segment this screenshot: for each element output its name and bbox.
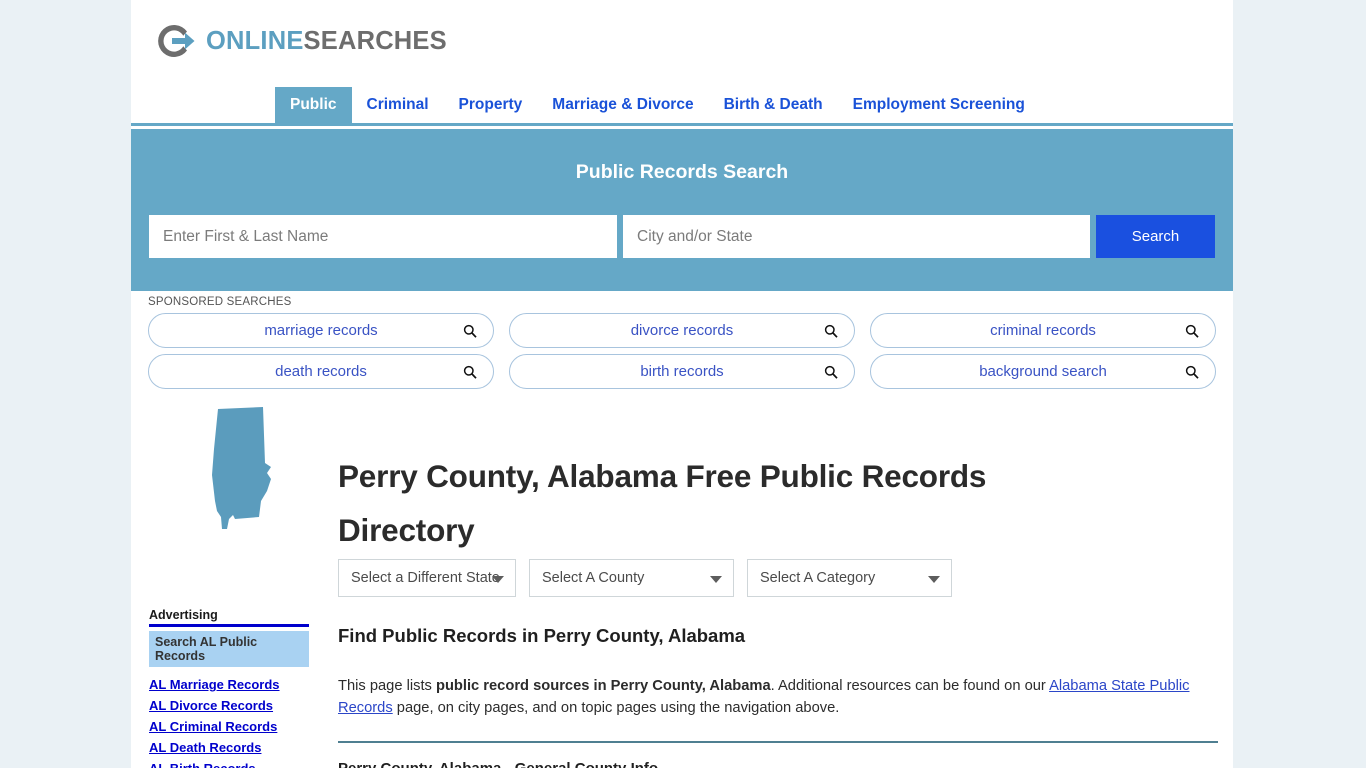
sponsored-pill-label: background search	[979, 363, 1107, 380]
alabama-state-map-icon	[201, 405, 289, 535]
intro-bold: public record sources in Perry County, A…	[435, 678, 771, 694]
sponsored-pill-birth-records[interactable]: birth records	[509, 354, 855, 389]
search-icon	[824, 365, 838, 379]
sponsored-pill-label: divorce records	[630, 322, 734, 339]
search-al-public-records-promo[interactable]: Search AL Public Records	[149, 631, 309, 667]
location-search-input[interactable]	[623, 215, 1090, 258]
search-icon	[824, 324, 838, 338]
sponsored-pill-label: marriage records	[264, 322, 378, 339]
county-select[interactable]: Select A County	[529, 559, 734, 597]
county-select-label: Select A County	[542, 570, 645, 586]
logo-word-searches: SEARCHES	[303, 26, 447, 55]
sidebar-link-al-death-records[interactable]: AL Death Records	[149, 740, 309, 755]
search-icon	[463, 324, 477, 338]
sponsored-pill-divorce-records[interactable]: divorce records	[509, 313, 855, 348]
sidebar-link-al-divorce-records[interactable]: AL Divorce Records	[149, 698, 309, 713]
intro-text-3: page, on city pages, and on topic pages …	[392, 700, 840, 716]
sponsored-row-2: death records birth records background s…	[148, 354, 1216, 389]
content-container: ONLINESEARCHES Public Criminal Property …	[131, 0, 1233, 768]
chevron-down-icon	[928, 576, 940, 583]
nav-tab-marriage-divorce[interactable]: Marriage & Divorce	[537, 87, 708, 123]
sponsored-pill-death-records[interactable]: death records	[148, 354, 494, 389]
sponsored-row-1: marriage records divorce records crimina…	[148, 313, 1216, 348]
site-logo[interactable]: ONLINESEARCHES	[153, 18, 447, 64]
page-title: Perry County, Alabama Free Public Record…	[338, 458, 987, 549]
intro-text-2: . Additional resources can be found on o…	[770, 678, 1050, 694]
sponsored-pill-marriage-records[interactable]: marriage records	[148, 313, 494, 348]
main-content: Find Public Records in Perry County, Ala…	[338, 625, 1218, 719]
sponsored-pill-label: criminal records	[990, 322, 1096, 339]
search-icon	[1185, 324, 1199, 338]
advertising-sidebar: Advertising Search AL Public Records AL …	[149, 608, 309, 768]
search-submit-button[interactable]: Search	[1096, 215, 1215, 258]
filter-dropdowns: Select a Different State Select A County…	[338, 559, 952, 597]
nav-tab-birth-death[interactable]: Birth & Death	[709, 87, 838, 123]
search-icon	[463, 365, 477, 379]
search-form: Search	[149, 215, 1215, 258]
state-select-label: Select a Different State	[351, 570, 500, 586]
sidebar-link-al-criminal-records[interactable]: AL Criminal Records	[149, 719, 309, 734]
sponsored-pill-criminal-records[interactable]: criminal records	[870, 313, 1216, 348]
chevron-down-icon	[492, 576, 504, 583]
intro-text-1: This page lists	[338, 678, 436, 694]
logo-word-online: ONLINE	[206, 26, 304, 55]
name-search-input[interactable]	[149, 215, 617, 258]
records-table: Perry County, Alabama - General County I…	[338, 741, 1218, 768]
banner-title: Public Records Search	[575, 161, 789, 183]
category-select-label: Select A Category	[760, 570, 876, 586]
sidebar-link-al-birth-records[interactable]: AL Birth Records	[149, 761, 309, 768]
nav-tab-property[interactable]: Property	[444, 87, 538, 123]
sponsored-label: SPONSORED SEARCHES	[148, 296, 292, 308]
nav-tab-criminal[interactable]: Criminal	[352, 87, 444, 123]
page-root: ONLINESEARCHES Public Criminal Property …	[0, 0, 1366, 768]
sidebar-link-al-marriage-records[interactable]: AL Marriage Records	[149, 677, 309, 692]
sponsored-pill-background-search[interactable]: background search	[870, 354, 1216, 389]
circle-arrow-icon	[153, 19, 197, 63]
main-navigation: Public Criminal Property Marriage & Divo…	[131, 87, 1233, 126]
logo-text: ONLINESEARCHES	[206, 27, 447, 56]
category-select[interactable]: Select A Category	[747, 559, 952, 597]
state-select[interactable]: Select a Different State	[338, 559, 516, 597]
sponsored-pill-label: birth records	[640, 363, 724, 380]
table-row[interactable]: Perry County, Alabama - General County I…	[338, 743, 1218, 768]
nav-tab-employment-screening[interactable]: Employment Screening	[838, 87, 1040, 123]
sponsored-searches: SPONSORED SEARCHES marriage records divo…	[148, 296, 1216, 395]
chevron-down-icon	[710, 576, 722, 583]
section-heading: Find Public Records in Perry County, Ala…	[338, 625, 746, 646]
sponsored-pill-label: death records	[275, 363, 367, 380]
intro-paragraph: This page lists public record sources in…	[338, 675, 1218, 719]
nav-tab-public[interactable]: Public	[275, 87, 352, 123]
search-icon	[1185, 365, 1199, 379]
advertising-heading: Advertising	[149, 608, 309, 627]
public-records-search-banner: Public Records Search Search	[131, 129, 1233, 291]
